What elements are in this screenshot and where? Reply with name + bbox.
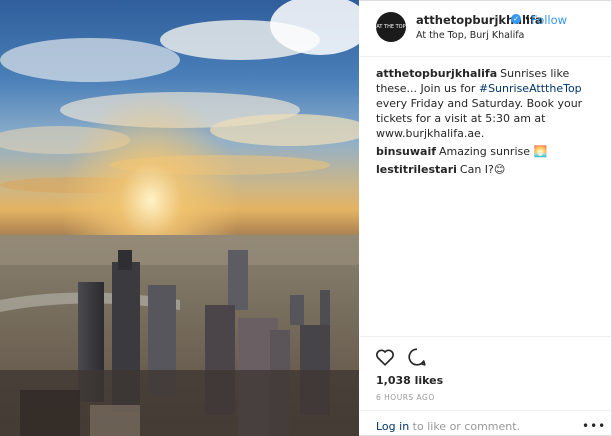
- comment-icon[interactable]: [406, 346, 428, 368]
- comment-username[interactable]: lestitrilestari: [376, 163, 457, 176]
- caption: atthetopburjkhalifa Sunrises like these..…: [376, 66, 602, 141]
- comment-username[interactable]: atthetopburjkhalifa: [376, 67, 497, 80]
- comments-list: atthetopburjkhalifa Sunrises like these..…: [376, 66, 602, 180]
- comment-text: Amazing sunrise 🌅: [439, 145, 548, 158]
- comment-item: binsuwaif Amazing sunrise 🌅: [376, 144, 602, 159]
- login-prompt: Log in to like or comment.: [376, 420, 520, 433]
- sunrise-cityscape-image: [0, 0, 359, 436]
- divider: [360, 410, 611, 411]
- heart-icon[interactable]: [374, 346, 396, 368]
- comment-item: lestitrilestari Can I?😊: [376, 162, 602, 177]
- post-header: AT THE TOP atthetopburjkhalifa ✓ • Follo…: [360, 0, 611, 57]
- verified-badge-icon: ✓: [511, 14, 521, 24]
- location-link[interactable]: At the Top, Burj Khalifa: [416, 30, 524, 41]
- likes-count[interactable]: 1,038 likes: [376, 374, 443, 387]
- avatar[interactable]: AT THE TOP: [376, 12, 406, 42]
- post-photo[interactable]: [0, 0, 359, 436]
- post-timestamp: 6 HOURS AGO: [376, 393, 435, 402]
- comment-username[interactable]: binsuwaif: [376, 145, 436, 158]
- follow-button[interactable]: Follow: [531, 13, 567, 27]
- comment-text: Can I?😊: [459, 163, 506, 176]
- separator-dot: •: [524, 12, 531, 25]
- post-sidebar: AT THE TOP atthetopburjkhalifa ✓ • Follo…: [360, 0, 612, 436]
- avatar-logo: AT THE TOP: [376, 24, 406, 30]
- login-prompt-text: to like or comment.: [409, 420, 521, 433]
- divider: [360, 336, 611, 337]
- hashtag-link[interactable]: #SunriseAtttheTop: [479, 82, 582, 95]
- login-link[interactable]: Log in: [376, 420, 409, 433]
- more-options-icon[interactable]: •••: [582, 419, 606, 433]
- caption-text-rest: every Friday and Saturday. Book your tic…: [376, 97, 583, 140]
